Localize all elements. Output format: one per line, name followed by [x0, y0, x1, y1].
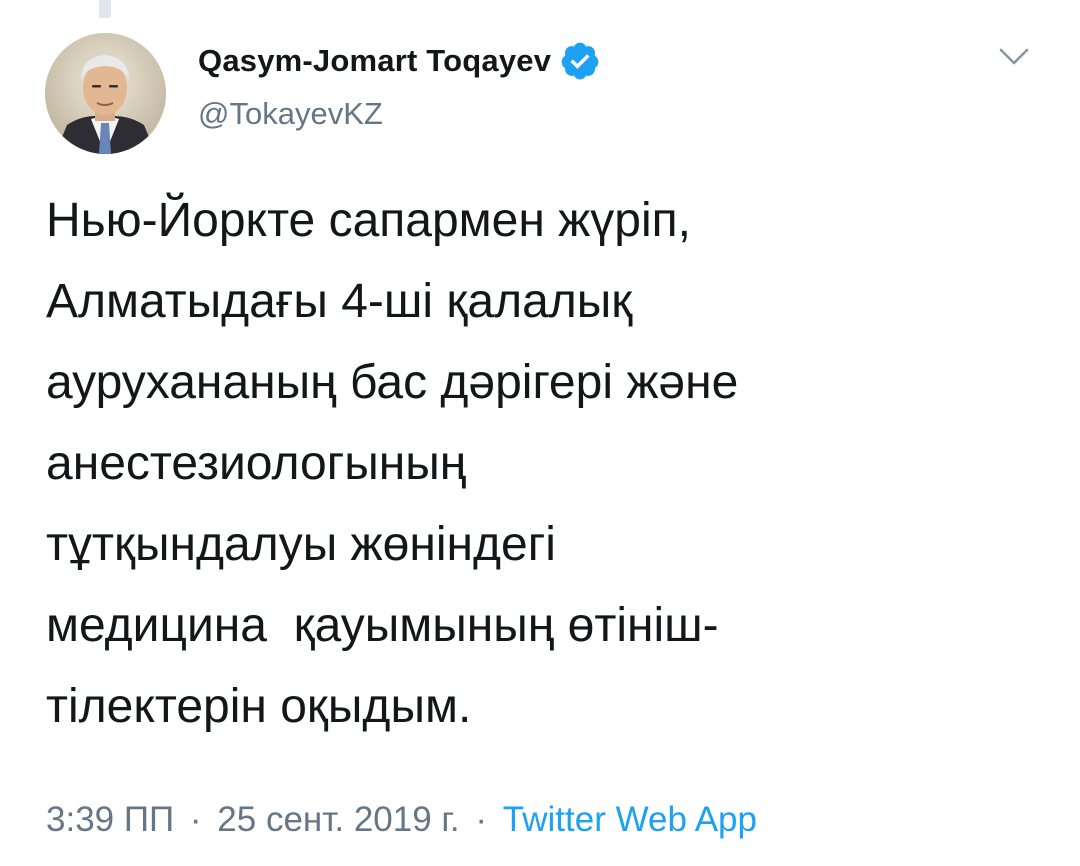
verified-badge-icon	[561, 42, 599, 80]
avatar[interactable]	[45, 33, 166, 154]
meta-separator: ·	[475, 800, 488, 839]
chevron-down-icon[interactable]	[996, 44, 1032, 70]
thread-connector-line	[99, 0, 111, 18]
author-name-text: Qasym-Jomart Toqayev	[198, 43, 552, 78]
profile-photo-icon	[45, 33, 166, 154]
tweet-source-link[interactable]: Twitter Web App	[503, 800, 757, 839]
author-handle[interactable]: @TokayevKZ	[198, 96, 383, 132]
author-display-name[interactable]: Qasym-Jomart Toqayev	[198, 40, 601, 82]
meta-separator: ·	[189, 800, 202, 839]
tweet-text: Нью-Йоркте сапармен жүріп, Алматыдағы 4-…	[46, 194, 739, 733]
tweet-meta: 3:39 ПП · 25 сент. 2019 г. · Twitter Web…	[46, 800, 757, 840]
tweet-date[interactable]: 25 сент. 2019 г.	[217, 800, 459, 839]
tweet-time[interactable]: 3:39 ПП	[46, 800, 174, 839]
